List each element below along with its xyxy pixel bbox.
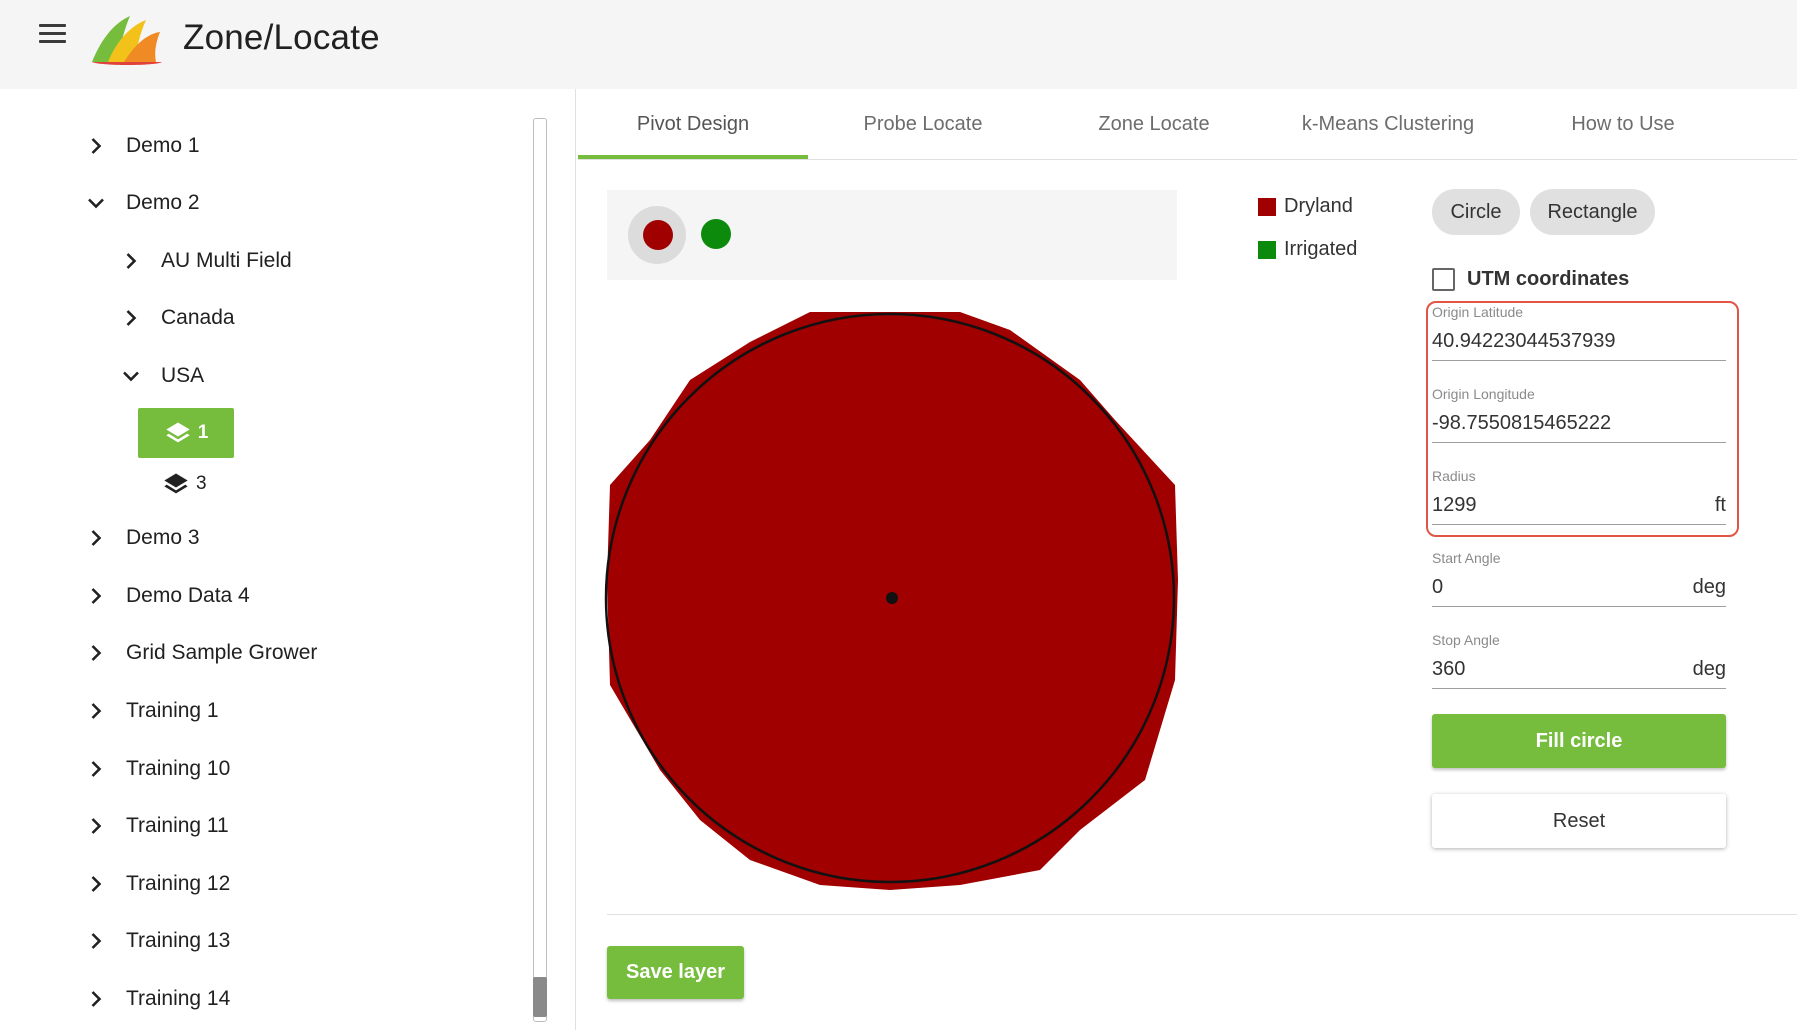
tree-item-label: USA: [161, 364, 205, 387]
field-unit: deg: [1692, 576, 1726, 598]
tree-item-training-13[interactable]: Training 13: [82, 921, 230, 961]
stop-angle-field: Stop Angle 360 deg: [1432, 632, 1726, 689]
tab-pivot-design[interactable]: Pivot Design: [578, 89, 808, 159]
field-label: Start Angle: [1432, 550, 1501, 566]
sidebar-tree: Demo 1 Demo 2 AU Multi Field Canada USA …: [0, 89, 576, 1030]
start-angle-field: Start Angle 0 deg: [1432, 550, 1726, 607]
hamburger-menu-icon[interactable]: [39, 24, 66, 44]
chevron-right-icon: [82, 582, 110, 610]
tree-item-demo-data-4[interactable]: Demo Data 4: [82, 576, 250, 616]
layer-item-1[interactable]: 1: [138, 408, 234, 458]
chevron-right-icon: [82, 985, 110, 1013]
chevron-right-icon: [82, 927, 110, 955]
tree-item-usa[interactable]: USA: [117, 356, 204, 396]
legend-label: Dryland: [1284, 195, 1353, 217]
tab-probe-locate[interactable]: Probe Locate: [808, 89, 1038, 159]
content-divider: [607, 914, 1797, 915]
tab-label: k-Means Clustering: [1301, 112, 1475, 135]
tree-item-training-14[interactable]: Training 14: [82, 979, 230, 1019]
tree-item-demo-3[interactable]: Demo 3: [82, 518, 200, 558]
layers-icon: [166, 422, 190, 443]
zone-locate-logo: [92, 16, 162, 65]
chevron-right-icon: [82, 870, 110, 898]
swatch-dryland[interactable]: [643, 220, 673, 250]
save-layer-button[interactable]: Save layer: [607, 946, 744, 999]
sidebar-scrollbar-thumb[interactable]: [533, 977, 547, 1017]
tree-item-label: AU Multi Field: [161, 249, 292, 272]
tree-item-grid-sample-grower[interactable]: Grid Sample Grower: [82, 633, 317, 673]
tab-label: Probe Locate: [863, 112, 983, 135]
start-angle-input[interactable]: 0 deg: [1432, 568, 1726, 607]
chevron-right-icon: [117, 247, 145, 275]
legend-swatch: [1258, 197, 1276, 216]
tree-item-label: Training 11: [126, 814, 229, 837]
highlight-box: [1426, 301, 1739, 537]
tree-item-label: Training 13: [126, 929, 231, 952]
active-tab-indicator: [578, 155, 808, 159]
utm-coordinates-checkbox[interactable]: [1432, 268, 1455, 291]
field-value: 0: [1432, 575, 1444, 598]
utm-coordinates-label: UTM coordinates: [1467, 268, 1630, 290]
tab-bar: Pivot Design Probe Locate Zone Locate k-…: [578, 89, 1797, 160]
tree-item-label: Training 12: [126, 872, 231, 895]
app-header: Zone/Locate: [0, 0, 1797, 89]
legend-irrigated: Irrigated: [1258, 238, 1357, 261]
chevron-right-icon: [82, 755, 110, 783]
chevron-right-icon: [82, 639, 110, 667]
tab-how-to-use[interactable]: How to Use: [1508, 89, 1738, 159]
field-value: 360: [1432, 657, 1466, 680]
tree-item-label: Training 10: [126, 757, 231, 780]
tree-item-training-11[interactable]: Training 11: [82, 806, 229, 846]
tree-item-au-multi-field[interactable]: AU Multi Field: [117, 241, 292, 281]
tree-item-label: Demo Data 4: [126, 584, 250, 607]
stop-angle-input[interactable]: 360 deg: [1432, 650, 1726, 689]
color-palette: [607, 190, 1177, 280]
rectangle-shape-button[interactable]: Rectangle: [1530, 189, 1655, 235]
layers-icon: [164, 473, 188, 494]
layer-label: 1: [197, 422, 209, 443]
tree-item-training-12[interactable]: Training 12: [82, 864, 230, 904]
tree-item-training-10[interactable]: Training 10: [82, 749, 230, 789]
layer-label: 3: [196, 473, 207, 494]
chevron-right-icon: [82, 524, 110, 552]
tree-item-canada[interactable]: Canada: [117, 298, 235, 338]
chevron-down-icon: [117, 362, 145, 390]
field-label: Stop Angle: [1432, 632, 1500, 648]
tree-item-label: Canada: [161, 306, 235, 329]
tree-item-training-1[interactable]: Training 1: [82, 691, 219, 731]
legend-label: Irrigated: [1284, 238, 1358, 260]
tree-item-label: Training 1: [126, 699, 219, 722]
swatch-irrigated[interactable]: [701, 219, 731, 249]
fill-circle-button[interactable]: Fill circle: [1432, 714, 1726, 768]
pivot-center-point[interactable]: [886, 592, 898, 604]
chevron-right-icon: [117, 304, 145, 332]
legend-dryland: Dryland: [1258, 195, 1353, 218]
tree-item-demo-2[interactable]: Demo 2: [82, 183, 200, 223]
tab-label: Zone Locate: [1098, 112, 1210, 135]
chevron-right-icon: [82, 697, 110, 725]
chevron-right-icon: [82, 132, 110, 160]
tree-item-label: Grid Sample Grower: [126, 641, 318, 664]
utm-coordinates-row: UTM coordinates: [1432, 268, 1629, 291]
tab-k-means-clustering[interactable]: k-Means Clustering: [1269, 89, 1507, 159]
tab-zone-locate[interactable]: Zone Locate: [1039, 89, 1269, 159]
sidebar-scrollbar[interactable]: [533, 118, 547, 1022]
circle-shape-button[interactable]: Circle: [1432, 189, 1520, 235]
pivot-canvas[interactable]: [600, 300, 1185, 900]
chevron-down-icon: [82, 189, 110, 217]
field-unit: deg: [1692, 658, 1726, 680]
reset-button[interactable]: Reset: [1432, 794, 1726, 848]
chevron-right-icon: [82, 812, 110, 840]
tab-label: Pivot Design: [636, 112, 750, 135]
tree-item-label: Demo 2: [126, 191, 200, 214]
tree-item-label: Demo 1: [126, 134, 200, 157]
tab-label: How to Use: [1571, 112, 1675, 135]
layer-item-3[interactable]: 3: [162, 467, 207, 501]
legend-swatch: [1258, 240, 1276, 259]
tree-item-label: Demo 3: [126, 526, 200, 549]
tree-item-demo-1[interactable]: Demo 1: [82, 126, 200, 166]
app-title: Zone/Locate: [183, 18, 380, 57]
tree-item-label: Training 14: [126, 987, 231, 1010]
